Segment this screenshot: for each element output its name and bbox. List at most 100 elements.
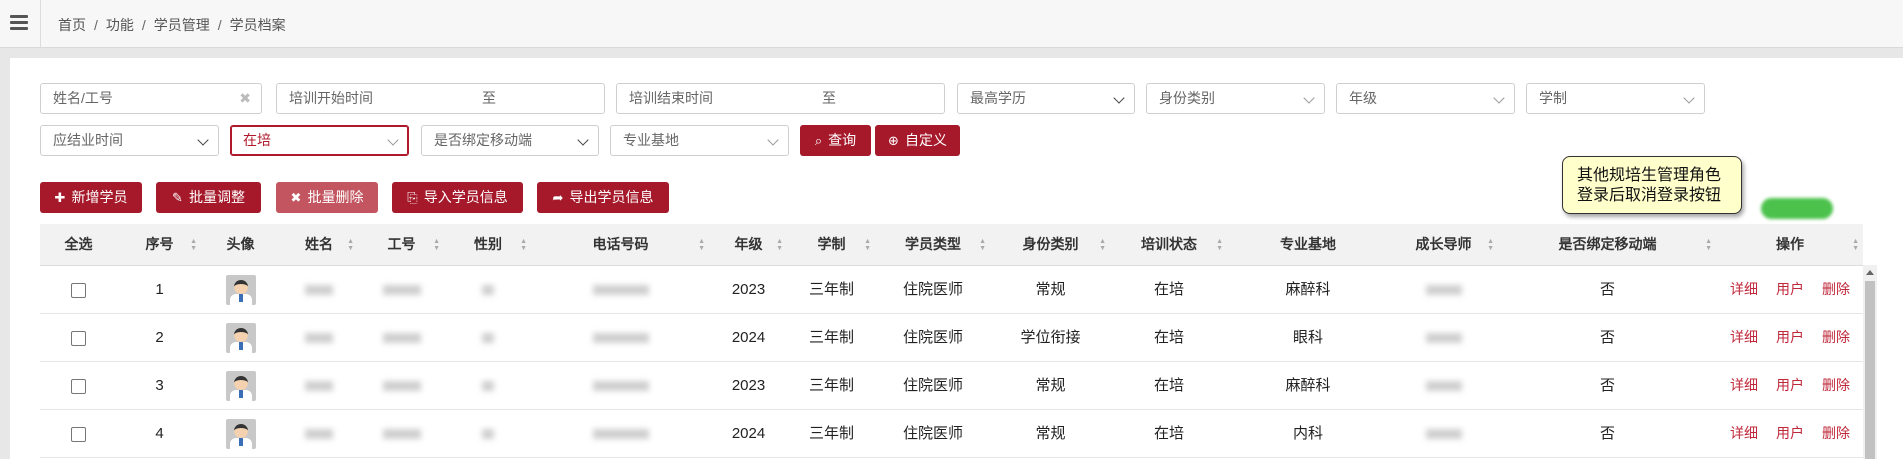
details-link[interactable]: 详细	[1730, 425, 1758, 441]
redacted-cell	[280, 362, 358, 409]
sort-icon[interactable]: ▲ ▼	[190, 238, 197, 252]
sort-icon[interactable]: ▲ ▼	[1852, 238, 1859, 252]
bind-mobile-select[interactable]: 是否绑定移动端	[421, 125, 599, 156]
column-header: 头像	[202, 224, 279, 265]
column-header[interactable]: 姓名 ▲ ▼	[280, 224, 358, 265]
vertical-scrollbar[interactable]	[1863, 265, 1877, 459]
add-student-label: 新增学员	[71, 189, 128, 205]
sort-icon[interactable]: ▲ ▼	[347, 238, 354, 252]
clear-icon[interactable]: ✖	[239, 84, 251, 113]
breadcrumb-student-mgmt[interactable]: 学员管理	[154, 17, 210, 33]
export-button[interactable]: ➦ 导出学员信息	[537, 182, 669, 213]
trash-icon: ✖	[290, 190, 302, 205]
avatar[interactable]	[225, 323, 256, 354]
sort-icon[interactable]: ▲ ▼	[776, 238, 783, 252]
train-start-placeholder: 培训开始时间	[289, 90, 373, 106]
column-header[interactable]: 学制 ▲ ▼	[788, 224, 875, 265]
breadcrumb-features[interactable]: 功能	[106, 17, 134, 33]
delete-link[interactable]: 删除	[1822, 281, 1850, 297]
sort-icon[interactable]: ▲ ▼	[1216, 238, 1223, 252]
row-checkbox[interactable]	[71, 330, 86, 346]
breadcrumb-home[interactable]: 首页	[58, 17, 86, 33]
grade-select[interactable]: 年级	[1336, 83, 1515, 114]
sort-icon[interactable]: ▲ ▼	[1487, 238, 1494, 252]
batch-delete-label: 批量删除	[307, 189, 364, 205]
share-icon: ➦	[552, 190, 564, 205]
table-row: 1 2023 三年制 住院医师 常规 在培 麻醉科 否 详细 用户 删除	[40, 266, 1863, 314]
redacted-value	[382, 429, 421, 440]
column-header[interactable]: 序号 ▲ ▼	[118, 224, 201, 265]
base-select[interactable]: 专业基地	[610, 125, 789, 156]
avatar[interactable]	[225, 275, 256, 306]
delete-link[interactable]: 删除	[1822, 425, 1850, 441]
redacted-cell	[445, 410, 531, 457]
toggle-pill[interactable]	[1761, 198, 1833, 219]
avatar[interactable]	[225, 371, 256, 402]
row-checkbox[interactable]	[71, 282, 86, 298]
column-header[interactable]: 年级 ▲ ▼	[710, 224, 787, 265]
sort-icon[interactable]: ▲ ▼	[864, 238, 871, 252]
train-start-range-input[interactable]: 培训开始时间 至	[276, 83, 605, 114]
user-link[interactable]: 用户	[1776, 329, 1804, 345]
user-link[interactable]: 用户	[1776, 425, 1804, 441]
name-search-input[interactable]: 姓名/工号 ✖	[40, 83, 262, 114]
redacted-value	[1425, 381, 1462, 392]
sort-icon[interactable]: ▲ ▼	[1099, 238, 1106, 252]
batch-delete-button[interactable]: ✖ 批量删除	[276, 182, 378, 213]
cell-status: 在培	[1153, 281, 1184, 298]
details-link[interactable]: 详细	[1730, 377, 1758, 393]
column-header[interactable]: 身份类别 ▲ ▼	[991, 224, 1110, 265]
graduation-time-select[interactable]: 应结业时间	[40, 125, 219, 156]
sort-icon[interactable]: ▲ ▼	[698, 238, 705, 252]
user-link[interactable]: 用户	[1776, 281, 1804, 297]
sort-icon[interactable]: ▲ ▼	[433, 238, 440, 252]
redacted-cell	[445, 362, 531, 409]
operations-cell: 详细 用户 删除	[1717, 266, 1863, 313]
training-status-select[interactable]: 在培	[230, 125, 409, 156]
user-link[interactable]: 用户	[1776, 377, 1804, 393]
education-select[interactable]: 最高学历	[957, 83, 1135, 114]
plus-icon: ✚	[54, 190, 66, 205]
chevron-down-icon	[1113, 92, 1125, 104]
delete-link[interactable]: 删除	[1822, 377, 1850, 393]
search-icon: ⌕	[814, 133, 823, 148]
chevron-down-icon	[387, 134, 399, 146]
column-header[interactable]: 性别 ▲ ▼	[445, 224, 531, 265]
column-header[interactable]: 操作 ▲ ▼	[1717, 224, 1863, 265]
hamburger-icon[interactable]	[10, 15, 28, 30]
schooling-placeholder: 学制	[1539, 90, 1567, 106]
details-link[interactable]: 详细	[1730, 329, 1758, 345]
column-header[interactable]: 是否绑定移动端 ▲ ▼	[1499, 224, 1716, 265]
train-end-range-input[interactable]: 培训结束时间 至	[616, 83, 945, 114]
search-button[interactable]: ⌕ 查询	[800, 125, 871, 156]
import-button[interactable]: ⎘ 导入学员信息	[392, 182, 523, 213]
identity-type-select[interactable]: 身份类别	[1146, 83, 1325, 114]
column-header[interactable]: 工号 ▲ ▼	[359, 224, 444, 265]
search-button-label: 查询	[828, 132, 857, 148]
column-header-label: 电话号码	[592, 236, 649, 252]
column-header[interactable]: 成长导师 ▲ ▼	[1389, 224, 1498, 265]
scroll-up-icon[interactable]	[1866, 270, 1874, 275]
scrollbar-thumb[interactable]	[1865, 281, 1875, 459]
row-checkbox[interactable]	[71, 378, 86, 394]
redacted-value	[382, 285, 421, 296]
add-student-button[interactable]: ✚ 新增学员	[40, 182, 142, 213]
cell-student_type: 住院医师	[902, 377, 963, 394]
schooling-select[interactable]: 学制	[1526, 83, 1705, 114]
sort-icon[interactable]: ▲ ▼	[1705, 238, 1712, 252]
column-header[interactable]: 电话号码 ▲ ▼	[532, 224, 709, 265]
sort-icon[interactable]: ▲ ▼	[520, 238, 527, 252]
redacted-value	[592, 429, 649, 440]
redacted-cell	[445, 314, 531, 361]
avatar[interactable]	[225, 419, 256, 450]
column-header[interactable]: 培训状态 ▲ ▼	[1111, 224, 1227, 265]
sort-icon[interactable]: ▲ ▼	[979, 238, 986, 252]
redacted-value	[592, 381, 649, 392]
batch-adjust-button[interactable]: ✎ 批量调整	[156, 182, 261, 213]
column-header[interactable]: 学员类型 ▲ ▼	[876, 224, 990, 265]
custom-button[interactable]: ⊕ 自定义	[875, 125, 960, 156]
delete-link[interactable]: 删除	[1822, 329, 1850, 345]
row-checkbox[interactable]	[71, 426, 86, 442]
cell-status: 在培	[1153, 377, 1184, 394]
details-link[interactable]: 详细	[1730, 281, 1758, 297]
